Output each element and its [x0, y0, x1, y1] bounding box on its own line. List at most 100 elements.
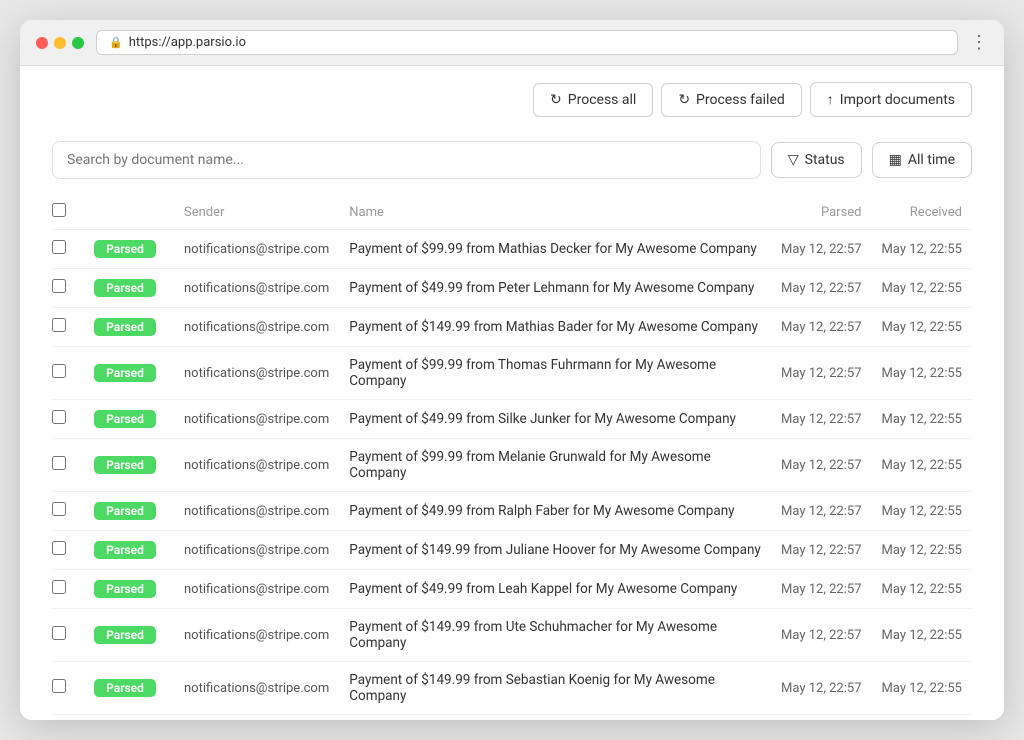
status-badge: Parsed	[94, 240, 156, 258]
row-received-cell: May 12, 22:55	[872, 662, 972, 715]
table-row: Parsed notifications@stripe.com Payment …	[52, 662, 972, 715]
row-parsed-cell: May 12, 22:57	[771, 570, 871, 609]
table-row: Parsed notifications@stripe.com Payment …	[52, 531, 972, 570]
row-parsed-cell: May 12, 22:57	[771, 269, 871, 308]
row-status-cell: Parsed	[84, 439, 174, 492]
row-parsed-cell: May 12, 22:57	[771, 230, 871, 269]
table-row: Parsed notifications@stripe.com Payment …	[52, 439, 972, 492]
row-name-cell: Payment of $49.99 from Ralph Faber for M…	[339, 492, 771, 531]
row-checkbox-6[interactable]	[52, 502, 66, 516]
name-header: Name	[339, 195, 771, 230]
row-checkbox-cell	[52, 230, 84, 269]
refresh-failed-icon: ↻	[678, 92, 690, 108]
status-badge: Parsed	[94, 364, 156, 382]
select-all-header	[52, 195, 84, 230]
row-parsed-cell: May 12, 22:57	[771, 609, 871, 662]
time-filter-button[interactable]: ▦ All time	[872, 142, 972, 178]
row-checkbox-8[interactable]	[52, 580, 66, 594]
row-received-cell: May 12, 22:55	[872, 347, 972, 400]
row-received-cell: May 12, 22:55	[872, 230, 972, 269]
status-badge: Parsed	[94, 502, 156, 520]
filter-icon: ▽	[788, 152, 799, 168]
row-sender-cell: notifications@stripe.com	[174, 492, 339, 531]
import-documents-label: Import documents	[840, 92, 955, 108]
row-checkbox-5[interactable]	[52, 456, 66, 470]
row-status-cell: Parsed	[84, 308, 174, 347]
status-filter-label: Status	[805, 152, 845, 168]
status-badge: Parsed	[94, 410, 156, 428]
row-checkbox-10[interactable]	[52, 679, 66, 693]
row-parsed-cell: May 12, 22:57	[771, 531, 871, 570]
toolbar: ↻ Process all ↻ Process failed ↑ Import …	[20, 66, 1004, 133]
row-checkbox-2[interactable]	[52, 318, 66, 332]
row-status-cell: Parsed	[84, 400, 174, 439]
process-all-button[interactable]: ↻ Process all	[533, 83, 653, 117]
row-name-cell: Payment of $149.99 from Sebastian Koenig…	[339, 662, 771, 715]
table-row: Parsed notifications@stripe.com Payment …	[52, 269, 972, 308]
process-failed-button[interactable]: ↻ Process failed	[661, 83, 801, 117]
row-sender-cell: notifications@stripe.com	[174, 400, 339, 439]
status-filter-button[interactable]: ▽ Status	[771, 142, 862, 178]
row-checkbox-1[interactable]	[52, 279, 66, 293]
status-badge: Parsed	[94, 318, 156, 336]
status-header	[84, 195, 174, 230]
status-badge: Parsed	[94, 541, 156, 559]
address-bar[interactable]: 🔒 https://app.parsio.io	[96, 30, 958, 55]
row-checkbox-cell	[52, 308, 84, 347]
row-checkbox-4[interactable]	[52, 410, 66, 424]
documents-table: Sender Name Parsed Received Parsed notif…	[52, 195, 972, 715]
row-checkbox-9[interactable]	[52, 626, 66, 640]
status-badge: Parsed	[94, 456, 156, 474]
row-received-cell: May 12, 22:55	[872, 492, 972, 531]
row-received-cell: May 12, 22:55	[872, 439, 972, 492]
documents-table-container: Sender Name Parsed Received Parsed notif…	[20, 195, 1004, 715]
row-sender-cell: notifications@stripe.com	[174, 570, 339, 609]
row-checkbox-cell	[52, 662, 84, 715]
row-checkbox-3[interactable]	[52, 364, 66, 378]
row-checkbox-cell	[52, 570, 84, 609]
upload-icon: ↑	[827, 91, 834, 108]
search-input[interactable]	[52, 141, 761, 179]
row-name-cell: Payment of $149.99 from Mathias Bader fo…	[339, 308, 771, 347]
row-sender-cell: notifications@stripe.com	[174, 439, 339, 492]
table-row: Parsed notifications@stripe.com Payment …	[52, 570, 972, 609]
row-sender-cell: notifications@stripe.com	[174, 230, 339, 269]
select-all-checkbox[interactable]	[52, 203, 66, 217]
row-name-cell: Payment of $99.99 from Melanie Grunwald …	[339, 439, 771, 492]
row-checkbox-0[interactable]	[52, 240, 66, 254]
row-received-cell: May 12, 22:55	[872, 308, 972, 347]
row-status-cell: Parsed	[84, 609, 174, 662]
row-checkbox-cell	[52, 347, 84, 400]
table-row: Parsed notifications@stripe.com Payment …	[52, 400, 972, 439]
row-checkbox-cell	[52, 531, 84, 570]
calendar-icon: ▦	[889, 152, 902, 168]
menu-icon[interactable]: ⋮	[970, 32, 988, 53]
table-row: Parsed notifications@stripe.com Payment …	[52, 347, 972, 400]
row-checkbox-7[interactable]	[52, 541, 66, 555]
status-badge: Parsed	[94, 580, 156, 598]
row-name-cell: Payment of $149.99 from Juliane Hoover f…	[339, 531, 771, 570]
close-button[interactable]	[36, 37, 48, 49]
row-status-cell: Parsed	[84, 531, 174, 570]
time-filter-label: All time	[908, 152, 955, 168]
row-parsed-cell: May 12, 22:57	[771, 347, 871, 400]
maximize-button[interactable]	[72, 37, 84, 49]
parsed-header: Parsed	[771, 195, 871, 230]
row-status-cell: Parsed	[84, 570, 174, 609]
row-received-cell: May 12, 22:55	[872, 570, 972, 609]
row-status-cell: Parsed	[84, 662, 174, 715]
received-header: Received	[872, 195, 972, 230]
row-received-cell: May 12, 22:55	[872, 531, 972, 570]
row-sender-cell: notifications@stripe.com	[174, 662, 339, 715]
row-checkbox-cell	[52, 400, 84, 439]
lock-icon: 🔒	[109, 36, 123, 49]
import-documents-button[interactable]: ↑ Import documents	[810, 82, 972, 117]
row-status-cell: Parsed	[84, 269, 174, 308]
minimize-button[interactable]	[54, 37, 66, 49]
row-parsed-cell: May 12, 22:57	[771, 439, 871, 492]
traffic-lights	[36, 37, 84, 49]
row-name-cell: Payment of $99.99 from Mathias Decker fo…	[339, 230, 771, 269]
status-badge: Parsed	[94, 279, 156, 297]
row-received-cell: May 12, 22:55	[872, 269, 972, 308]
row-status-cell: Parsed	[84, 492, 174, 531]
